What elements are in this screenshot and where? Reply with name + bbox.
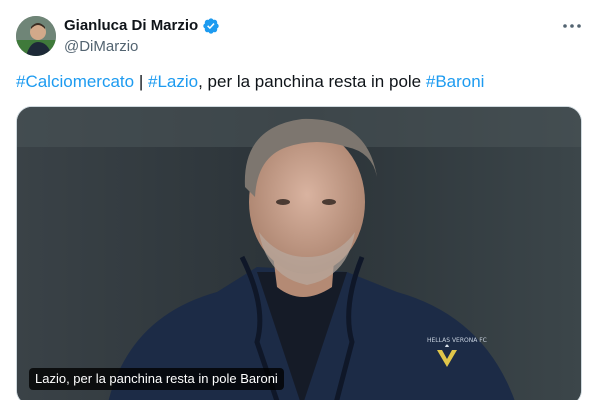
author-display-name[interactable]: Gianluca Di Marzio [64,16,198,36]
hashtag-calciomercato[interactable]: #Calciomercato [16,72,134,91]
author-name-row[interactable]: Gianluca Di Marzio [64,16,220,36]
more-options-button[interactable] [560,16,584,36]
more-horizontal-icon [563,24,581,28]
author-handle[interactable]: @DiMarzio [64,37,138,57]
avatar[interactable] [16,16,56,56]
club-badge-text: HELLAS VERONA FC [427,337,487,344]
avatar-image [16,16,56,56]
hashtag-baroni[interactable]: #Baroni [426,72,485,91]
tweet-text-separator: | [134,72,148,91]
verified-badge-icon [203,18,219,34]
tweet-text: #Calciomercato | #Lazio, per la panchina… [16,70,484,94]
hashtag-lazio[interactable]: #Lazio [148,72,198,91]
tweet-media-photo[interactable]: HELLAS VERONA FC Lazio, per la panchina … [16,106,582,400]
media-caption: Lazio, per la panchina resta in pole Bar… [29,368,284,390]
coach-photo: HELLAS VERONA FC [17,107,581,400]
tweet-text-body: , per la panchina resta in pole [198,72,426,91]
